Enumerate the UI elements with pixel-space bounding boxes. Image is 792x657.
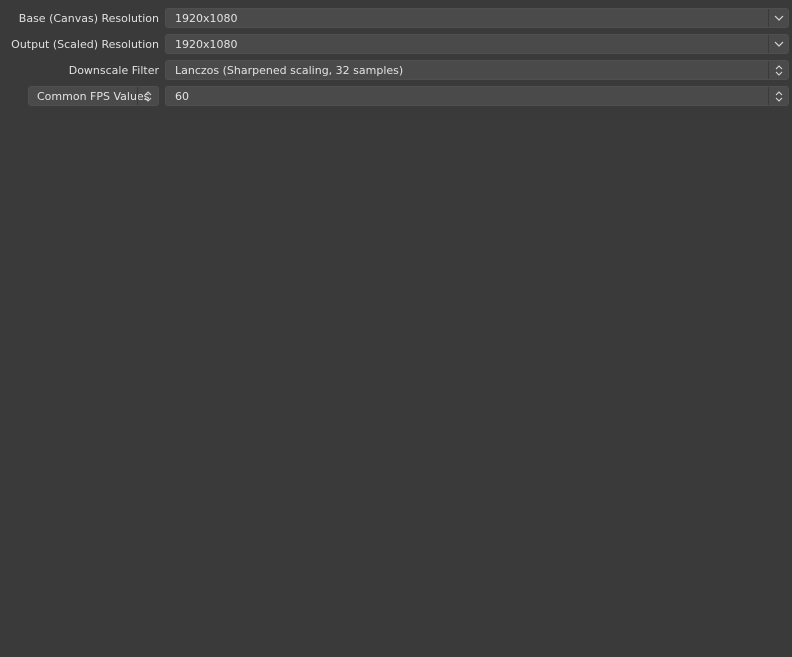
output-resolution-row: Output (Scaled) Resolution 1920x1080 <box>0 34 792 56</box>
base-resolution-row: Base (Canvas) Resolution 1920x1080 <box>0 8 792 30</box>
base-resolution-value[interactable]: 1920x1080 <box>175 9 238 29</box>
fps-type-select[interactable]: Common FPS Values <box>28 86 159 106</box>
output-resolution-value[interactable]: 1920x1080 <box>175 35 238 55</box>
fps-value-dropdown-button[interactable] <box>768 87 788 105</box>
output-resolution-label: Output (Scaled) Resolution <box>11 38 159 51</box>
output-resolution-combobox[interactable]: 1920x1080 <box>165 34 789 54</box>
downscale-filter-dropdown-button[interactable] <box>768 61 788 79</box>
fps-value-select[interactable]: 60 <box>165 86 789 106</box>
video-settings-panel: Base (Canvas) Resolution 1920x1080 Outpu… <box>0 0 792 657</box>
up-down-chevron-icon <box>775 64 782 76</box>
chevron-down-icon <box>774 15 783 21</box>
base-resolution-combobox[interactable]: 1920x1080 <box>165 8 789 28</box>
chevron-down-icon <box>774 41 783 47</box>
up-down-chevron-icon <box>144 90 152 102</box>
downscale-filter-value[interactable]: Lanczos (Sharpened scaling, 32 samples) <box>175 61 403 81</box>
up-down-chevron-icon <box>775 90 782 102</box>
base-resolution-dropdown-button[interactable] <box>768 9 788 27</box>
fps-type-value[interactable]: Common FPS Values <box>37 87 149 107</box>
downscale-filter-select[interactable]: Lanczos (Sharpened scaling, 32 samples) <box>165 60 789 80</box>
fps-value[interactable]: 60 <box>175 87 189 107</box>
fps-row: Common FPS Values 60 <box>0 86 792 108</box>
output-resolution-dropdown-button[interactable] <box>768 35 788 53</box>
fps-type-dropdown-button[interactable] <box>137 87 158 105</box>
downscale-filter-label: Downscale Filter <box>68 64 159 77</box>
base-resolution-label: Base (Canvas) Resolution <box>18 12 159 25</box>
downscale-filter-row: Downscale Filter Lanczos (Sharpened scal… <box>0 60 792 82</box>
